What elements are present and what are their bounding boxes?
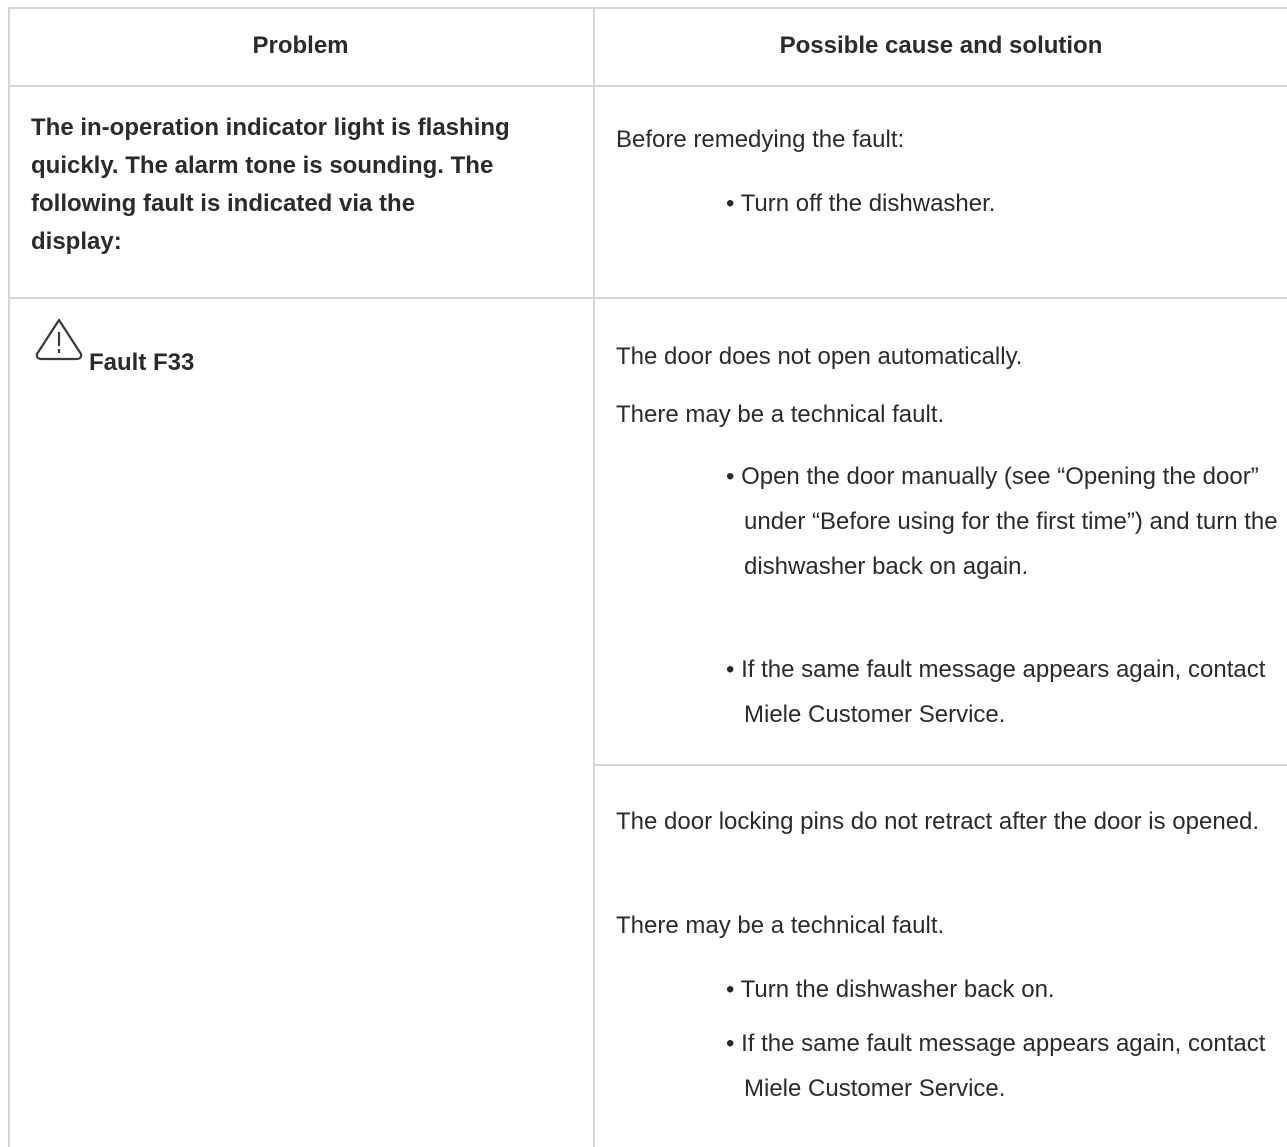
row1-divider <box>8 297 1287 299</box>
problem-indicator-flashing: The in-operation indicator light is flas… <box>31 114 510 255</box>
cause1-door-not-opening: The door does not open automatically. <box>616 343 1023 370</box>
header-problem: Problem <box>252 32 349 59</box>
table-top-border <box>8 7 1287 9</box>
cause1-technical-fault: There may be a technical fault. <box>616 401 945 428</box>
cause1-bullet-contact-service: • If the same fault message appears agai… <box>726 656 1266 728</box>
header-divider <box>8 85 1287 87</box>
warning-triangle-icon <box>35 318 83 361</box>
problem-fault-f33: Fault F33 <box>89 349 195 376</box>
cause2-bullet-contact-service: • If the same fault message appears agai… <box>726 1030 1266 1102</box>
column-divider <box>593 7 595 1147</box>
cause1-bullet-open-manually: • Open the door manually (see “Opening t… <box>726 463 1278 580</box>
table-left-border <box>8 7 10 1147</box>
solution-intro: Before remedying the fault: <box>616 126 905 153</box>
cause-divider <box>594 764 1287 766</box>
header-possible-cause-and-solution: Possible cause and solution <box>779 32 1103 59</box>
cause2-technical-fault: There may be a technical fault. <box>616 912 945 939</box>
cause2-bullet-turn-on: • Turn the dishwasher back on. <box>726 976 1055 1003</box>
cause2-pins-not-retracting: The door locking pins do not retract aft… <box>616 808 1260 835</box>
solution-bullet-turn-off: • Turn off the dishwasher. <box>726 190 996 217</box>
troubleshooting-table: Problem Possible cause and solution The … <box>8 7 1287 1147</box>
